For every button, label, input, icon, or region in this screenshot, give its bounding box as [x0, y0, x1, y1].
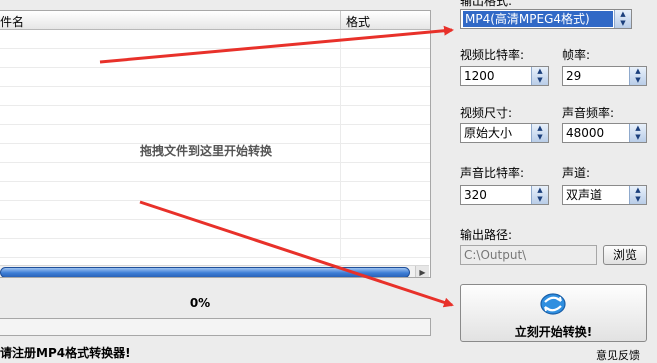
- scroll-right-icon[interactable]: ▶: [415, 266, 429, 277]
- video-bitrate-value: 1200: [464, 69, 495, 83]
- sample-rate-value: 48000: [566, 126, 605, 140]
- drop-hint: 拖拽文件到这里开始转换: [139, 144, 272, 158]
- spinner-icon[interactable]: ▲ ▼: [629, 67, 646, 85]
- video-size-label: 视频尺寸:: [460, 106, 513, 120]
- spinner-icon[interactable]: ▲ ▼: [531, 67, 548, 85]
- convert-button-label: 立刻开始转换!: [514, 325, 593, 339]
- column-divider[interactable]: [340, 11, 341, 29]
- horizontal-scrollbar[interactable]: ▶: [0, 265, 429, 277]
- feedback-link[interactable]: 意见反馈: [596, 347, 640, 363]
- audio-bitrate-select[interactable]: 320 ▲ ▼: [460, 185, 549, 205]
- register-link[interactable]: 请注册MP4格式转换器!: [0, 344, 131, 361]
- file-list-header: 件名 格式: [0, 11, 430, 30]
- spinner-icon[interactable]: ▲ ▼: [531, 186, 548, 204]
- sample-rate-label: 声音频率:: [562, 106, 615, 120]
- column-header-filename[interactable]: 件名: [0, 13, 24, 30]
- channel-label: 声道:: [562, 166, 591, 180]
- output-path-field[interactable]: C:\Output\: [460, 245, 597, 265]
- progress-percent: 0%: [189, 296, 211, 310]
- output-format-select[interactable]: MP4(高清MPEG4格式) ▲ ▼: [460, 9, 632, 29]
- framerate-select[interactable]: 29 ▲ ▼: [562, 66, 647, 86]
- spinner-icon[interactable]: ▲ ▼: [629, 124, 646, 142]
- framerate-value: 29: [566, 69, 582, 83]
- spinner-icon[interactable]: ▲ ▼: [531, 124, 548, 142]
- channel-select[interactable]: 双声道 ▲ ▼: [562, 185, 647, 205]
- progress-bar: [0, 318, 431, 336]
- audio-bitrate-value: 320: [464, 188, 487, 202]
- video-bitrate-label: 视频比特率:: [460, 48, 525, 62]
- file-list[interactable]: 件名 格式 拖拽文件到这里开始转换 ▶: [0, 10, 431, 278]
- video-bitrate-select[interactable]: 1200 ▲ ▼: [460, 66, 549, 86]
- output-format-value: MP4(高清MPEG4格式): [463, 11, 613, 27]
- output-format-label: 输出格式:: [460, 0, 513, 8]
- output-path-label: 输出路径:: [460, 228, 513, 242]
- video-size-value: 原始大小: [464, 126, 513, 140]
- spinner-icon[interactable]: ▲ ▼: [614, 10, 631, 28]
- video-size-select[interactable]: 原始大小 ▲ ▼: [460, 123, 549, 143]
- framerate-label: 帧率:: [562, 48, 591, 62]
- channel-value: 双声道: [566, 188, 603, 202]
- sample-rate-select[interactable]: 48000 ▲ ▼: [562, 123, 647, 143]
- browse-button[interactable]: 浏览: [603, 245, 647, 265]
- spinner-icon[interactable]: ▲ ▼: [629, 186, 646, 204]
- scrollbar-thumb[interactable]: [0, 267, 410, 277]
- audio-bitrate-label: 声音比特率:: [460, 166, 525, 180]
- column-header-format[interactable]: 格式: [346, 13, 370, 30]
- convert-button[interactable]: 立刻开始转换!: [460, 284, 647, 342]
- convert-icon: [540, 293, 566, 315]
